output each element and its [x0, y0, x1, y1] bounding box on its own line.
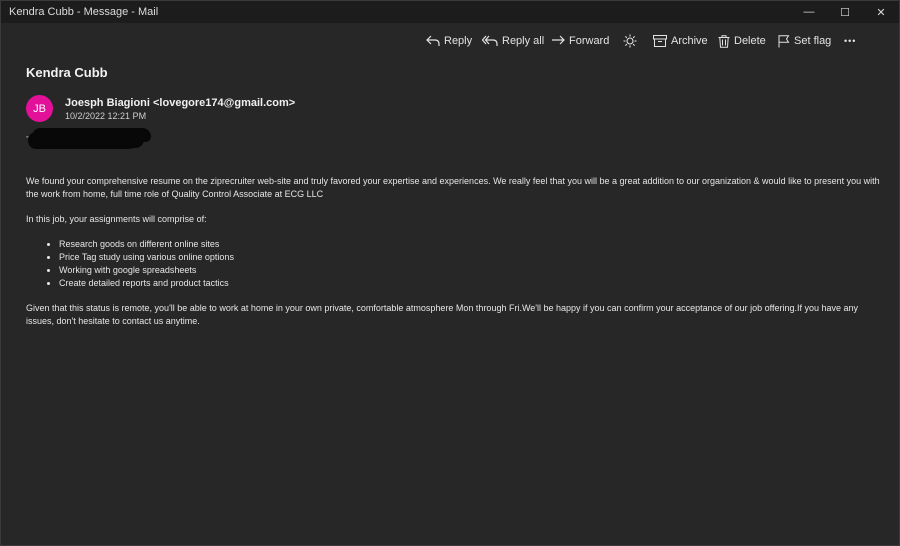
- forward-button[interactable]: Forward: [551, 31, 609, 51]
- reply-all-icon: [482, 35, 498, 46]
- flag-icon: [778, 34, 790, 47]
- list-item: Create detailed reports and product tact…: [59, 277, 881, 290]
- assignment-list: Research goods on different online sites…: [26, 238, 881, 290]
- mail-window: Kendra Cubb - Message - Mail — ☐ ✕ Reply…: [0, 0, 900, 546]
- trash-icon: [718, 34, 730, 48]
- reply-all-button[interactable]: Reply all: [482, 31, 544, 51]
- window-controls: — ☐ ✕: [791, 1, 899, 23]
- list-item: Research goods on different online sites: [59, 238, 881, 251]
- forward-icon: [552, 35, 565, 45]
- body-paragraph: We found your comprehensive resume on th…: [26, 176, 880, 199]
- archive-icon: [653, 35, 667, 47]
- reply-label: Reply: [444, 35, 473, 47]
- message-subject: Kendra Cubb: [26, 65, 108, 80]
- body-paragraph: Given that this status is remote, you'll…: [26, 303, 859, 326]
- message-body: We found your comprehensive resume on th…: [26, 175, 881, 340]
- set-flag-label: Set flag: [794, 35, 832, 47]
- archive-button[interactable]: Archive: [653, 31, 708, 51]
- list-item: Price Tag study using various online opt…: [59, 251, 881, 264]
- body-paragraph: In this job, your assignments will compr…: [26, 214, 207, 224]
- avatar: JB: [26, 95, 53, 122]
- close-button[interactable]: ✕: [863, 1, 899, 23]
- sender-address[interactable]: Joesph Biagioni <lovegore174@gmail.com>: [65, 97, 295, 109]
- more-options-button[interactable]: •••: [844, 31, 856, 51]
- delete-button[interactable]: Delete: [718, 31, 766, 51]
- reply-all-label: Reply all: [502, 35, 545, 47]
- sun-icon: [623, 34, 637, 48]
- reply-button[interactable]: Reply: [426, 31, 472, 51]
- window-title: Kendra Cubb - Message - Mail: [9, 6, 159, 18]
- translate-button[interactable]: [623, 31, 641, 51]
- set-flag-button[interactable]: Set flag: [778, 31, 831, 51]
- message-toolbar: Reply Reply all Forward Archive Delete S…: [1, 25, 899, 57]
- list-item: Working with google spreadsheets: [59, 264, 881, 277]
- forward-label: Forward: [569, 35, 610, 47]
- reply-icon: [426, 35, 440, 46]
- archive-label: Archive: [671, 35, 708, 47]
- delete-label: Delete: [734, 35, 766, 47]
- maximize-button[interactable]: ☐: [827, 1, 863, 23]
- title-bar: Kendra Cubb - Message - Mail — ☐ ✕: [1, 1, 899, 23]
- message-date: 10/2/2022 12:21 PM: [65, 111, 147, 121]
- minimize-button[interactable]: —: [791, 1, 827, 23]
- redacted-recipient: [32, 128, 144, 148]
